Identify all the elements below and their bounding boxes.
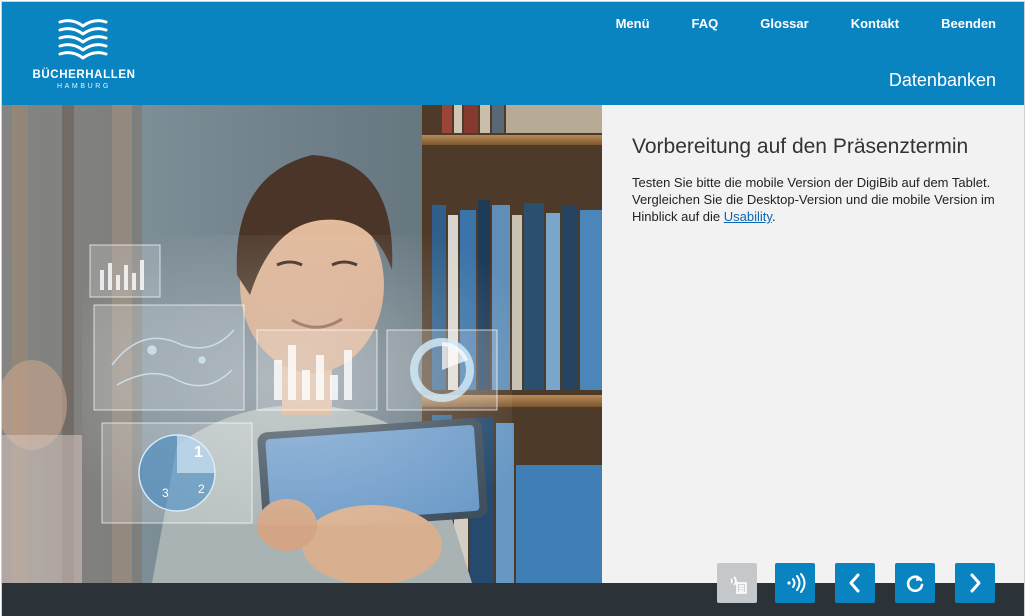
audio-wave-icon	[787, 573, 806, 593]
section-title: Datenbanken	[888, 70, 996, 90]
content-text: Testen Sie bitte die mobile Version der …	[632, 175, 995, 224]
content-panel: Vorbereitung auf den Präsenztermin Teste…	[602, 105, 1024, 583]
usability-link[interactable]: Usability	[724, 209, 772, 224]
transcript-icon	[730, 576, 747, 594]
student-with-tablet-illustration: 1 3 2	[2, 105, 602, 583]
hero-image: 1 3 2	[2, 105, 602, 583]
svg-text:2: 2	[198, 482, 205, 496]
top-nav: Menü FAQ Glossar Kontakt Beenden	[616, 16, 996, 31]
content-body: Testen Sie bitte die mobile Version der …	[632, 174, 1024, 225]
audio-button[interactable]	[775, 563, 815, 603]
nav-exit[interactable]: Beenden	[941, 16, 996, 31]
svg-text:1: 1	[194, 444, 203, 461]
brand-logo: BÜCHERHALLEN HAMBURG	[32, 16, 136, 92]
replay-icon	[906, 575, 924, 593]
replay-button[interactable]	[895, 563, 935, 603]
chevron-right-icon	[970, 573, 981, 593]
nav-menu[interactable]: Menü	[616, 16, 650, 31]
chevron-left-icon	[849, 573, 860, 593]
header-bar: BÜCHERHALLEN HAMBURG Menü FAQ Glossar Ko…	[2, 2, 1024, 105]
brand-name: BÜCHERHALLEN	[32, 69, 136, 81]
nav-contact[interactable]: Kontakt	[851, 16, 899, 31]
transcript-button[interactable]	[717, 563, 757, 603]
content-text-end: .	[771, 209, 776, 224]
app-frame: BÜCHERHALLEN HAMBURG Menü FAQ Glossar Ko…	[1, 1, 1025, 616]
nav-faq[interactable]: FAQ	[692, 16, 719, 31]
previous-button[interactable]	[835, 563, 875, 603]
brand-city: HAMBURG	[57, 83, 111, 90]
nav-glossary[interactable]: Glossar	[760, 16, 808, 31]
book-logo-icon	[58, 19, 108, 60]
next-button[interactable]	[955, 563, 995, 603]
svg-text:3: 3	[162, 486, 169, 500]
content-title: Vorbereitung auf den Präsenztermin	[632, 135, 969, 158]
